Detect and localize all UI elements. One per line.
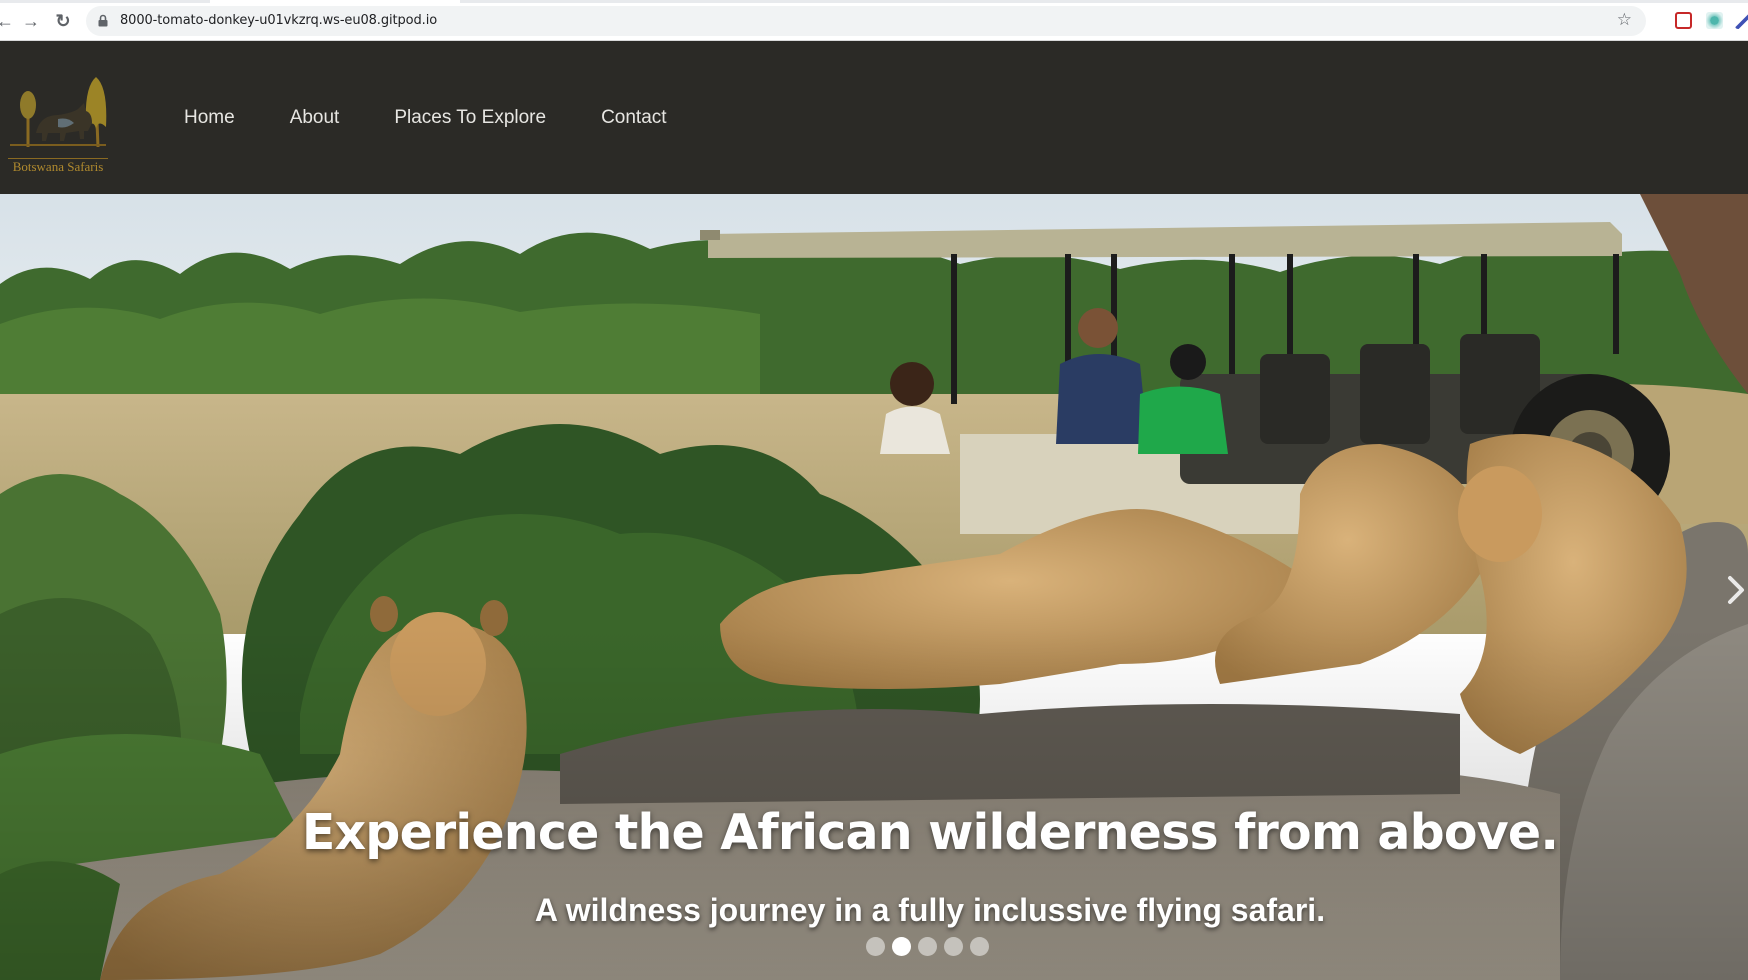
url-text[interactable]: 8000-tomato-donkey-u01vkzrq.ws-eu08.gitp… [120,13,437,28]
main-nav: Home About Places To Explore Contact [184,107,722,129]
carousel-dot-2[interactable] [892,937,911,956]
back-icon[interactable]: ← [0,10,16,32]
extension-pocket-icon[interactable] [1675,12,1692,29]
nav-about[interactable]: About [290,107,340,129]
site-header: Botswana Safaris Home About Places To Ex… [0,41,1748,194]
site-logo[interactable]: Botswana Safaris [6,57,110,177]
active-tab[interactable] [210,0,460,3]
address-bar[interactable]: 8000-tomato-donkey-u01vkzrq.ws-eu08.gitp… [86,6,1646,36]
extension-globe-icon[interactable] [1706,12,1723,29]
hero-subtitle: A wildness journey in a fully inclussive… [534,892,1326,928]
carousel-dot-1[interactable] [866,937,885,956]
nav-contact[interactable]: Contact [601,107,666,129]
hero-carousel: Experience the African wilderness from a… [0,194,1748,980]
carousel-dot-4[interactable] [944,937,963,956]
carousel-indicators [866,937,996,956]
nav-places-to-explore[interactable]: Places To Explore [394,107,546,129]
nav-home[interactable]: Home [184,107,235,129]
hero-overlay [0,194,1748,980]
hero-title: Experience the African wilderness from a… [301,804,1559,861]
carousel-dot-5[interactable] [970,937,989,956]
forward-icon[interactable]: → [20,10,42,32]
next-arrow-icon[interactable] [1724,570,1748,610]
lock-icon[interactable] [98,14,108,27]
logo-text: Botswana Safaris [12,159,104,174]
extension-pen-icon[interactable] [1735,12,1748,29]
rhino-trees-logo-icon [10,77,107,148]
carousel-dot-3[interactable] [918,937,937,956]
reload-icon[interactable]: ↻ [52,10,74,32]
star-icon[interactable]: ☆ [1617,10,1632,30]
tab-strip [0,0,1748,3]
browser-toolbar: ← → ↻ 8000-tomato-donkey-u01vkzrq.ws-eu0… [0,0,1748,41]
